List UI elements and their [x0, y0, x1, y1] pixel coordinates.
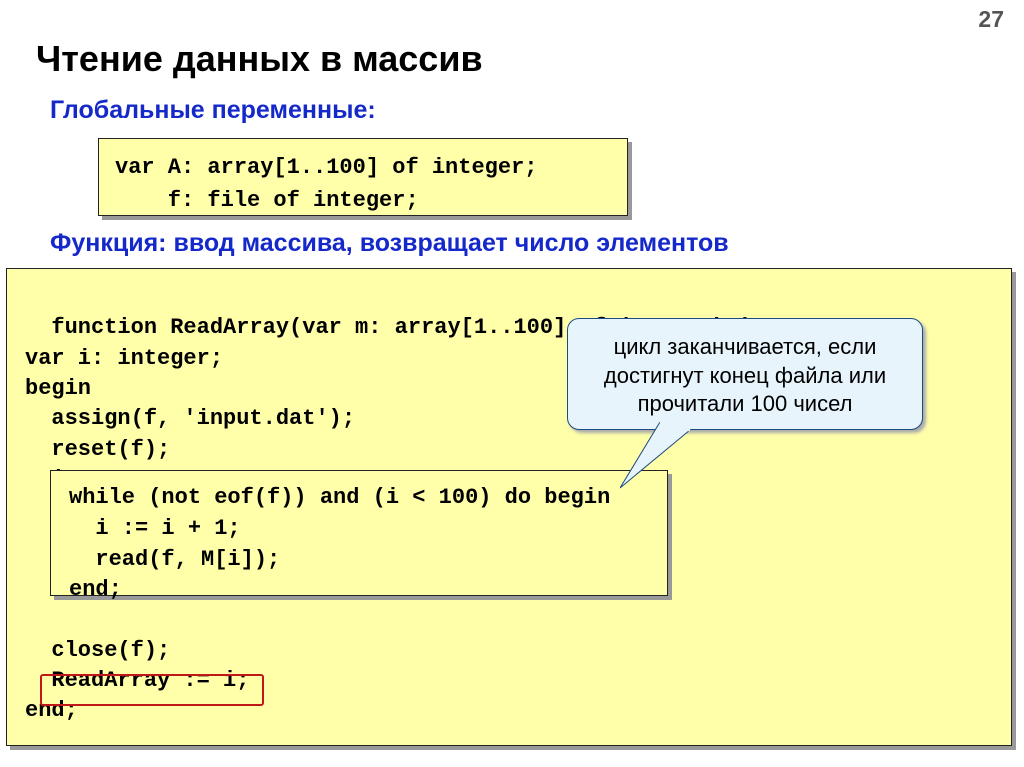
slide-title: Чтение данных в массив: [36, 38, 483, 80]
section-function-label: Функция: ввод массива, возвращает число …: [50, 229, 729, 258]
code-block-globals: var A: array[1..100] of integer; f: file…: [98, 138, 628, 216]
section-globals-label: Глобальные переменные:: [50, 96, 376, 125]
code-block-inner-loop: while (not eof(f)) and (i < 100) do begi…: [50, 470, 668, 596]
highlight-return-value: [40, 674, 264, 706]
page-number: 27: [978, 6, 1004, 33]
callout-note: цикл заканчивается, если достигнут конец…: [567, 318, 923, 430]
